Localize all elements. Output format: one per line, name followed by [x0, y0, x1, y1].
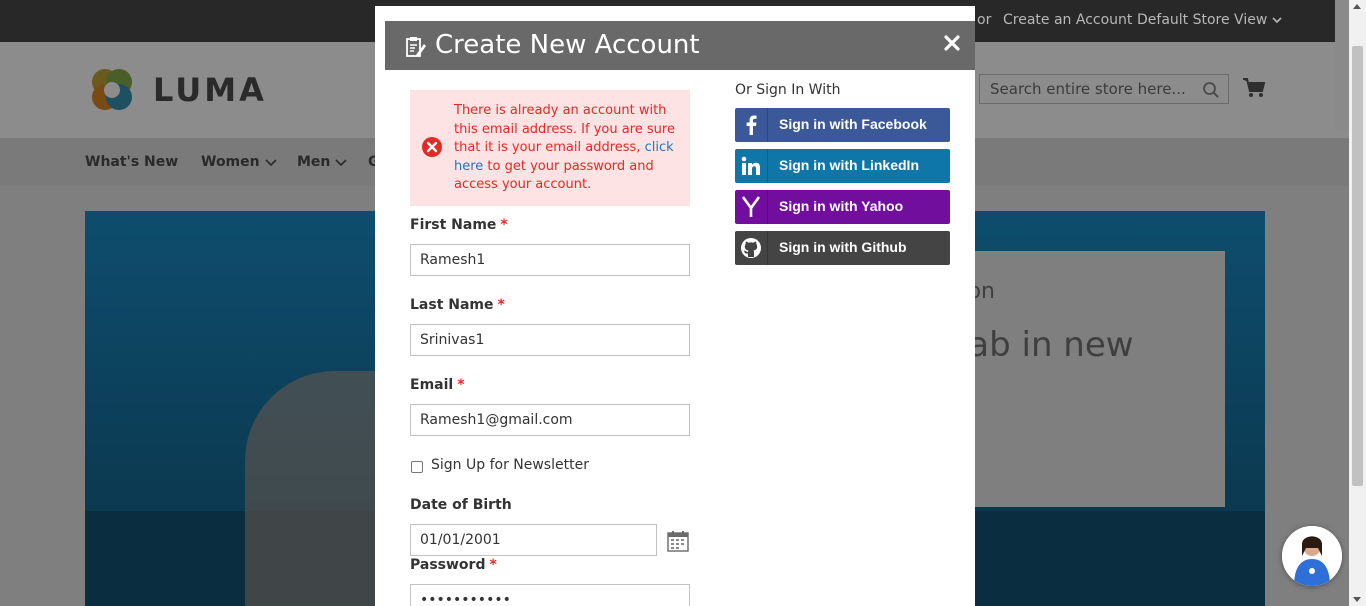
required-mark: *	[500, 217, 508, 233]
email-input[interactable]	[410, 404, 690, 436]
yahoo-signin-button[interactable]: Sign in with Yahoo	[735, 190, 950, 224]
error-message: There is already an account with this em…	[410, 90, 690, 206]
search-input[interactable]	[980, 75, 1228, 103]
facebook-signin-label: Sign in with Facebook	[779, 116, 927, 132]
required-mark: *	[457, 377, 465, 393]
side-feedback-tab[interactable]	[1335, 0, 1349, 130]
store-view-label: Default Store View	[1137, 12, 1268, 28]
search-icon[interactable]	[1202, 81, 1220, 99]
required-mark: *	[497, 297, 505, 313]
linkedin-signin-label: Sign in with LinkedIn	[779, 157, 919, 173]
scroll-thumb[interactable]	[1352, 46, 1363, 486]
scroll-down-arrow-icon[interactable]	[1353, 597, 1361, 602]
newsletter-checkbox[interactable]	[411, 461, 423, 473]
logo-text[interactable]: LUMA	[153, 71, 267, 109]
chevron-down-icon	[335, 159, 347, 167]
nav-item-women-label: Women	[201, 154, 260, 170]
last-name-label-text: Last Name	[410, 297, 494, 313]
last-name-input[interactable]	[410, 324, 690, 356]
modal-header: Create New Account	[385, 21, 975, 70]
calendar-icon[interactable]	[667, 530, 689, 552]
top-bar-partial-link[interactable]: or	[977, 12, 991, 28]
error-text-before: There is already an account with this em…	[454, 103, 675, 155]
linkedin-signin-button[interactable]: Sign in with LinkedIn	[735, 149, 950, 183]
page-scrollbar[interactable]	[1349, 0, 1366, 606]
error-text-after: to get your password and access your acc…	[454, 158, 654, 193]
search-box	[979, 74, 1229, 104]
yahoo-icon	[735, 190, 768, 224]
modal-title: Create New Account	[435, 30, 700, 60]
chat-agent-avatar-icon	[1282, 526, 1342, 586]
newsletter-label[interactable]: Sign Up for Newsletter	[431, 457, 589, 473]
chevron-down-icon	[1272, 17, 1282, 24]
nav-item-whats-new[interactable]: What's New	[85, 154, 178, 170]
linkedin-icon	[735, 149, 768, 183]
password-label-text: Password	[410, 557, 486, 573]
error-icon	[422, 137, 442, 157]
email-label: Email *	[410, 377, 465, 393]
dob-label: Date of Birth	[410, 497, 512, 513]
email-label-text: Email	[410, 377, 454, 393]
github-signin-label: Sign in with Github	[779, 239, 907, 255]
create-account-modal: Create New Account There is already an a…	[375, 6, 975, 606]
create-account-link[interactable]: Create an Account	[1003, 12, 1132, 28]
nav-item-men-label: Men	[297, 154, 331, 170]
social-heading: Or Sign In With	[735, 82, 841, 98]
close-icon[interactable]	[943, 34, 961, 52]
dob-input[interactable]	[410, 524, 657, 556]
nav-item-men[interactable]: Men	[297, 154, 347, 170]
cart-icon[interactable]	[1242, 77, 1266, 99]
required-mark: *	[489, 557, 497, 573]
last-name-label: Last Name *	[410, 297, 505, 313]
first-name-label: First Name *	[410, 217, 508, 233]
store-view-switcher[interactable]: Default Store View	[1137, 12, 1282, 28]
yahoo-signin-label: Sign in with Yahoo	[779, 198, 904, 214]
chevron-down-icon	[264, 159, 277, 167]
github-signin-button[interactable]: Sign in with Github	[735, 231, 950, 265]
first-name-input[interactable]	[410, 244, 690, 276]
password-label: Password *	[410, 557, 497, 573]
chat-widget-button[interactable]	[1282, 526, 1342, 586]
error-text: There is already an account with this em…	[454, 102, 680, 195]
nav-item-women[interactable]: Women	[201, 154, 277, 170]
edit-form-icon	[406, 37, 426, 57]
facebook-icon	[735, 108, 768, 142]
first-name-label-text: First Name	[410, 217, 497, 233]
facebook-signin-button[interactable]: Sign in with Facebook	[735, 108, 950, 142]
scroll-up-arrow-icon[interactable]	[1353, 4, 1361, 9]
password-input[interactable]	[410, 584, 690, 606]
github-icon	[735, 231, 768, 265]
